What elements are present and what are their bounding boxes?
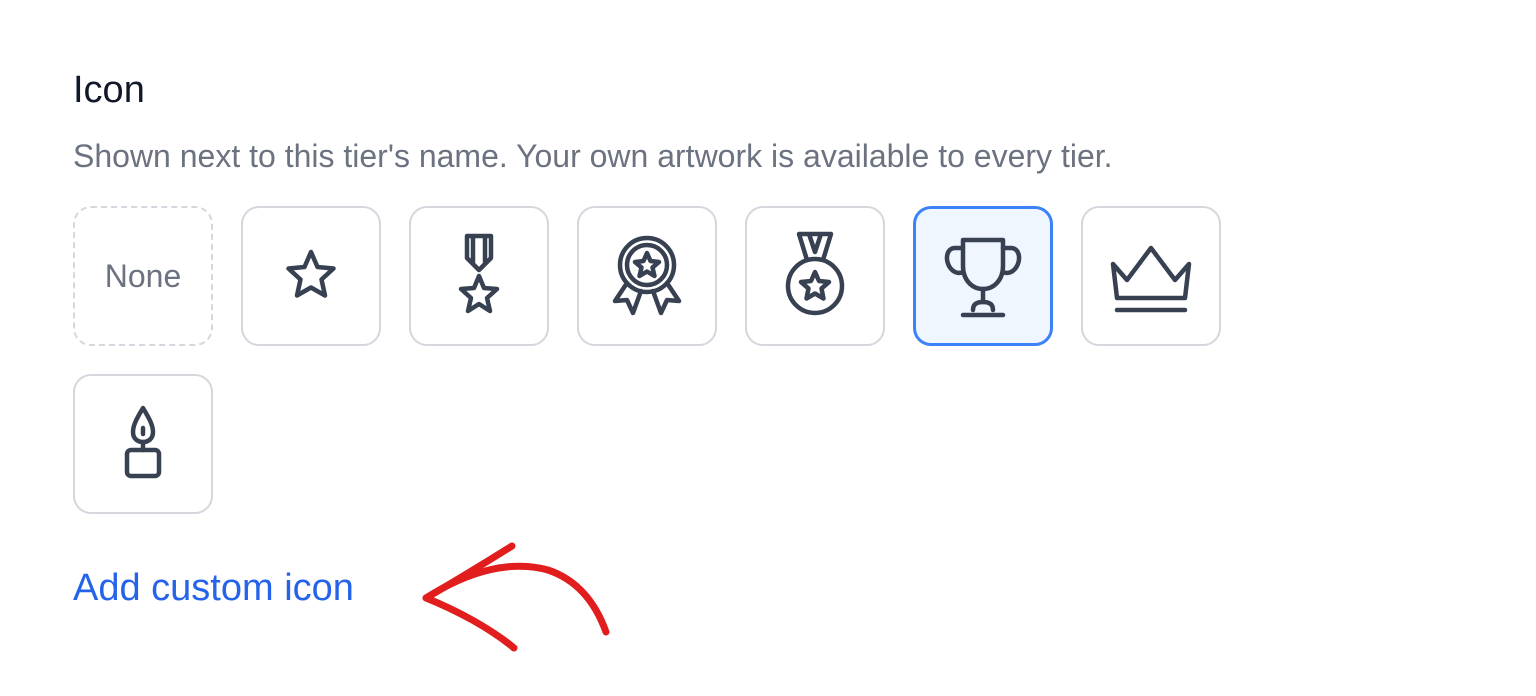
icon-option-trophy[interactable] — [913, 206, 1053, 346]
add-custom-icon-link[interactable]: Add custom icon — [73, 564, 354, 612]
icon-option-medal-ribbon[interactable] — [409, 206, 549, 346]
section-title: Icon — [73, 69, 145, 111]
crown-icon — [1110, 245, 1192, 313]
none-label: None — [104, 257, 182, 294]
icon-option-medal[interactable] — [745, 206, 885, 346]
candle-icon — [124, 405, 162, 479]
star-icon — [286, 249, 336, 298]
medal-ribbon-icon — [458, 233, 500, 314]
trophy-icon — [944, 237, 1022, 318]
icon-option-star[interactable] — [241, 206, 381, 346]
icon-option-none[interactable]: None — [73, 206, 213, 346]
icon-option-award-rosette[interactable] — [577, 206, 717, 346]
icon-option-crown[interactable] — [1081, 206, 1221, 346]
icon-option-candle[interactable] — [73, 374, 213, 514]
section-description: Shown next to this tier's name. Your own… — [73, 138, 1113, 174]
award-rosette-icon — [612, 235, 682, 316]
medal-icon — [785, 231, 845, 316]
